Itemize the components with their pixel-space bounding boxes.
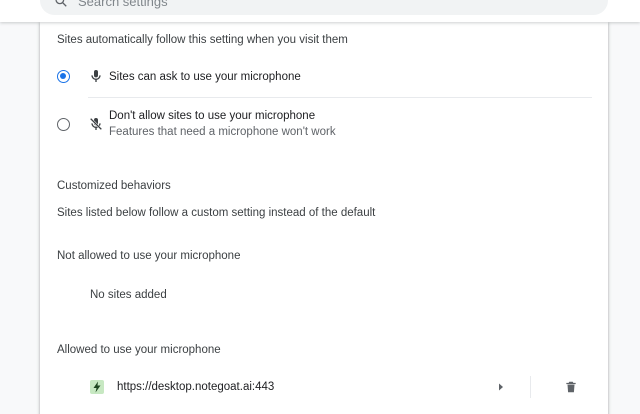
notegoat-site-icon (90, 380, 104, 394)
microphone-off-icon (89, 117, 103, 131)
option-block-label[interactable]: Don't allow sites to use your microphone (109, 110, 315, 122)
search-box[interactable] (40, 0, 608, 15)
allowed-site-url[interactable]: https://desktop.notegoat.ai:443 (117, 381, 274, 393)
default-behavior-description: Sites automatically follow this setting … (57, 34, 348, 46)
chevron-right-icon[interactable] (496, 382, 506, 392)
option-allow-ask-label[interactable]: Sites can ask to use your microphone (109, 71, 301, 83)
settings-card: Sites automatically follow this setting … (40, 22, 608, 414)
not-allowed-title: Not allowed to use your microphone (57, 250, 241, 262)
customized-behaviors-title: Customized behaviors (57, 180, 171, 192)
radio-block[interactable] (57, 118, 70, 131)
option-block-sublabel: Features that need a microphone won't wo… (109, 126, 336, 138)
customized-behaviors-description: Sites listed below follow a custom setti… (57, 207, 376, 219)
search-input[interactable] (78, 0, 578, 12)
not-allowed-empty-text: No sites added (90, 289, 167, 301)
option-divider (88, 97, 592, 98)
search-icon (55, 0, 67, 7)
microphone-icon (91, 70, 101, 82)
trash-icon[interactable] (564, 380, 578, 394)
allowed-title: Allowed to use your microphone (57, 344, 221, 356)
radio-allow-ask[interactable] (57, 70, 70, 83)
row-separator (530, 376, 531, 398)
top-bar (0, 0, 640, 22)
allowed-site-row[interactable]: https://desktop.notegoat.ai:443 (88, 372, 608, 402)
